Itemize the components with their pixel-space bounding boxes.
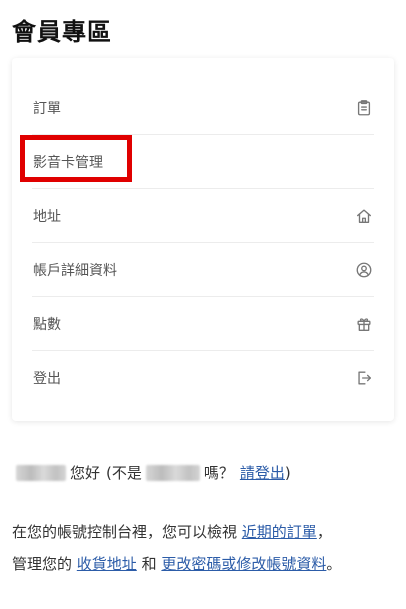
menu-item-label: 訂單 [33,100,61,117]
menu-item-label: 登出 [33,371,61,387]
description-text: 和 [141,555,157,573]
recent-orders-link[interactable]: 近期的訂單 [242,523,317,541]
logout-link[interactable]: 請登出 [240,462,285,483]
menu-item-account-details[interactable]: 帳戶詳細資料 [32,243,374,297]
menu-item-media-card[interactable]: 影音卡管理 [32,135,374,189]
description-text: 。 [326,555,342,573]
greeting-line: 您好 (不是 嗎？ 請登出 ) [12,462,291,483]
dashboard-description: 在您的帳號控制台裡，您可以檢視 近期的訂單， 管理您的 收貨地址 和 更改密碼或… [12,516,396,580]
description-text: ， [316,523,332,541]
greeting-hello: 您好 [70,464,101,482]
redacted-username [16,464,66,481]
home-icon [354,206,374,226]
page-title: 會員專區 [12,18,112,46]
menu-item-label: 影音卡管理 [33,154,103,171]
menu-item-label: 地址 [33,208,61,225]
menu-item-label: 點數 [33,316,61,333]
greeting-not-prefix: (不是 [106,464,142,482]
description-text: 在您的帳號控制台裡，您可以檢視 [12,523,238,541]
menu-item-label: 帳戶詳細資料 [33,262,117,279]
menu-item-logout[interactable]: 登出 [32,351,374,405]
account-menu: 訂單 影音卡管理 地址 帳戶詳細資料 點數 登出 [12,58,394,421]
edit-account-link[interactable]: 更改密碼或修改帳號資料 [161,555,326,573]
menu-item-points[interactable]: 點數 [32,297,374,351]
gift-icon [354,314,374,334]
redacted-username [145,464,200,481]
greeting-close-paren: ) [284,463,291,482]
logout-icon [354,368,374,388]
greeting-question: 嗎？ [203,464,234,482]
clipboard-icon [354,98,374,118]
menu-item-orders[interactable]: 訂單 [32,81,374,135]
user-circle-icon [354,260,374,280]
addresses-link[interactable]: 收貨地址 [77,555,137,573]
menu-item-address[interactable]: 地址 [32,189,374,243]
description-text: 管理您的 [12,555,73,573]
